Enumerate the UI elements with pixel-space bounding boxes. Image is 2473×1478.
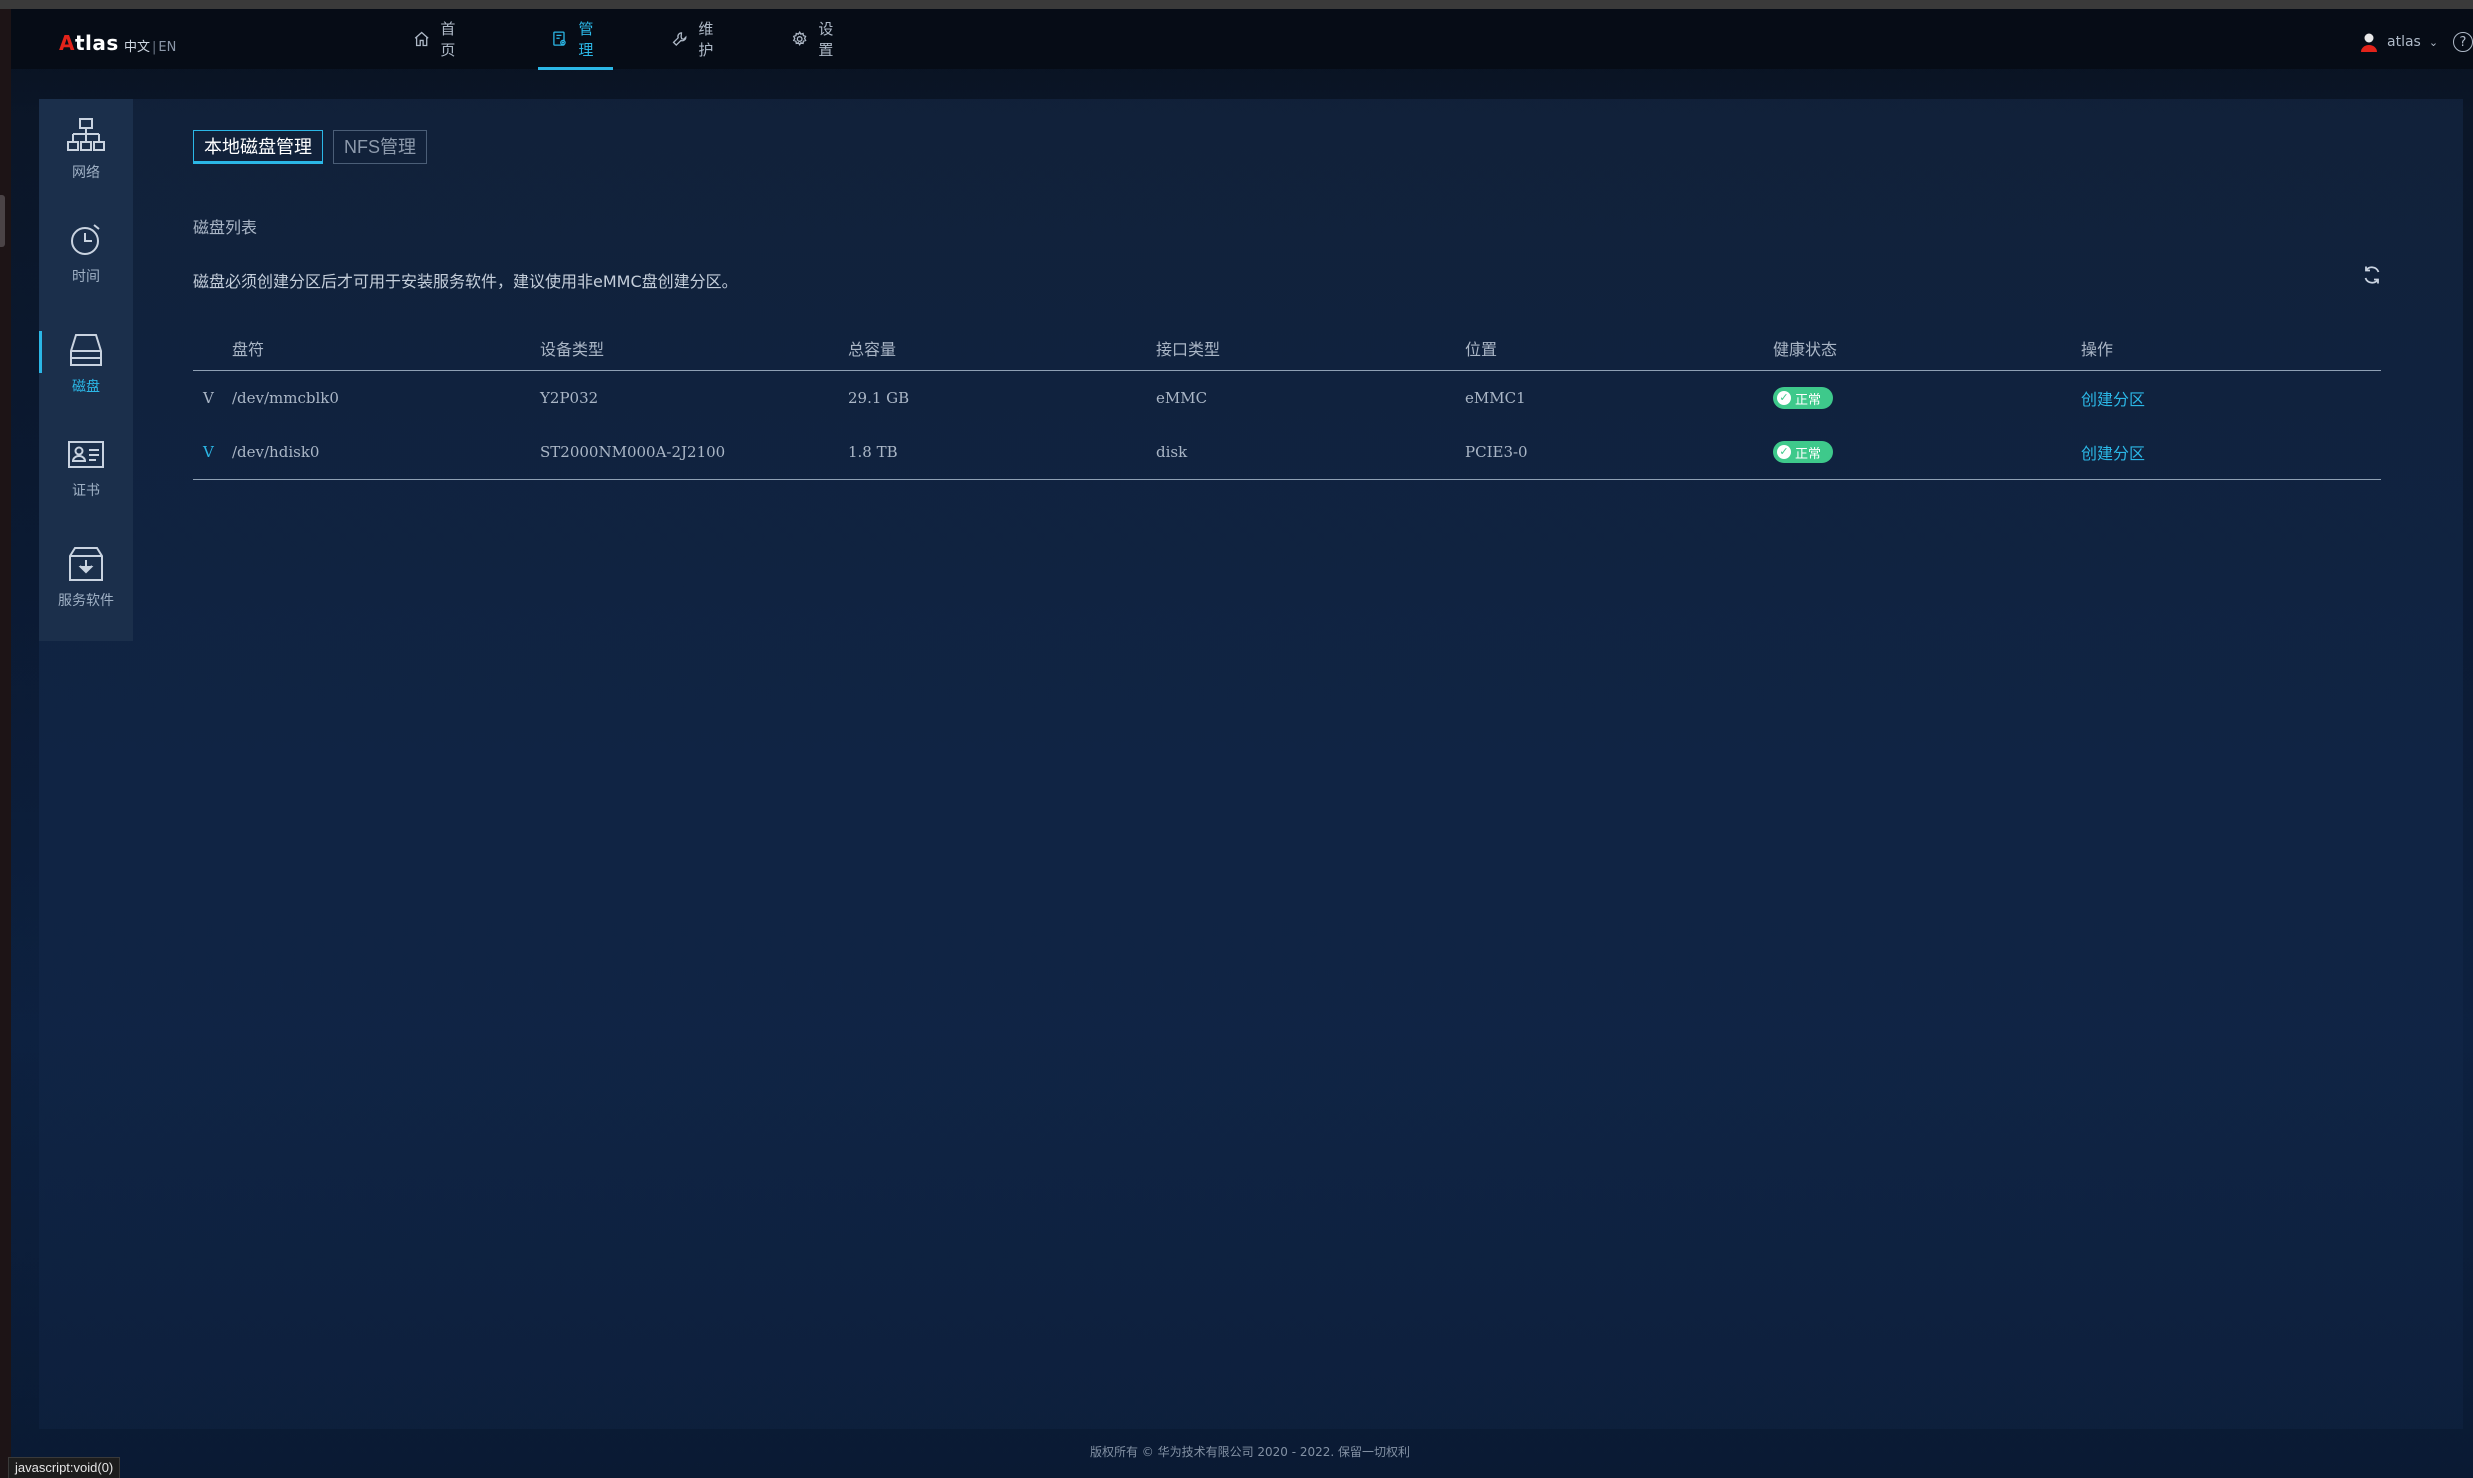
header-capacity: 总容量 [848,340,897,359]
header-interface: 接口类型 [1156,340,1221,359]
certificate-icon [68,441,104,468]
edge-tab [0,195,5,247]
manage-icon [553,31,566,46]
hint-text: 磁盘必须创建分区后才可用于安装服务软件，建议使用非eMMC盘创建分区。 [193,272,738,291]
main-panel [39,99,2463,1429]
atlas-logo[interactable]: Atlas [59,31,119,55]
cell-interface: disk [1156,443,1188,461]
tab-nfs[interactable]: NFS管理 [333,130,427,164]
user-avatar-icon [2361,33,2377,52]
status-badge: ✓ 正常 [1773,441,1834,463]
disk-icon [70,334,102,366]
window-left-edge [0,9,11,1478]
sidebar-item-time[interactable]: 时间 [39,203,133,303]
network-icon [67,118,105,151]
expand-toggle[interactable]: V [203,425,214,479]
cell-health: ✓ 正常 [1773,425,1834,479]
disk-table: 盘符 设备类型 总容量 接口类型 位置 健康状态 操作 V /dev/mmcbl… [193,326,2381,480]
top-header: Atlas 中文 | EN 首页 管理 维护 设置 atlas ⌄ ? [11,9,2473,70]
table-header: 盘符 设备类型 总容量 接口类型 位置 健康状态 操作 [193,326,2381,371]
cell-drive: /dev/hdisk0 [232,443,320,461]
cell-drive: /dev/mmcblk0 [232,389,339,407]
check-icon: ✓ [1777,445,1791,459]
copyright-footer: 版权所有 © 华为技术有限公司 2020 - 2022. 保留一切权利 [1089,1445,1411,1459]
create-partition-link[interactable]: 创建分区 [2081,440,2145,464]
cell-device-type: ST2000NM000A-2J2100 [540,443,726,461]
cell-capacity: 1.8 TB [848,443,898,461]
nav-manage[interactable]: 管理 [537,9,614,70]
nav-maintain[interactable]: 维护 [671,9,720,69]
header-device-type: 设备类型 [540,340,605,359]
wrench-icon [672,32,687,47]
section-title: 磁盘列表 [193,218,258,237]
refresh-icon[interactable] [2361,264,2383,286]
table-row: V /dev/hdisk0 ST2000NM000A-2J2100 1.8 TB… [193,425,2381,479]
status-badge: ✓ 正常 [1773,387,1834,409]
help-icon[interactable]: ? [2453,32,2473,52]
side-menu: 网络 时间 磁盘 证书 服务软件 [39,99,133,641]
sidebar-item-certificate[interactable]: 证书 [39,417,133,517]
gear-icon [792,30,807,46]
table-row: V /dev/mmcblk0 Y2P032 29.1 GB eMMC eMMC1… [193,371,2381,425]
home-icon [414,31,429,47]
user-menu[interactable]: atlas ⌄ [2359,31,2438,53]
sidebar-item-disk[interactable]: 磁盘 [39,313,133,413]
language-switch: 中文 | EN [124,36,176,55]
table-body: V /dev/mmcblk0 Y2P032 29.1 GB eMMC eMMC1… [193,371,2381,480]
disk-tabs: 本地磁盘管理 NFS管理 [193,130,427,164]
cell-device-type: Y2P032 [540,389,599,407]
nav-home[interactable]: 首页 [413,9,462,69]
cell-location: eMMC1 [1465,389,1526,407]
expand-toggle[interactable]: V [203,371,214,425]
lang-en[interactable]: EN [158,40,176,55]
user-name: atlas [2387,34,2421,50]
cell-health: ✓ 正常 [1773,371,1834,425]
check-icon: ✓ [1777,391,1791,405]
cell-interface: eMMC [1156,389,1208,407]
chevron-down-icon: ⌄ [2428,35,2439,49]
cell-location: PCIE3-0 [1465,443,1528,461]
lang-zh[interactable]: 中文 [124,40,150,55]
clock-icon [71,224,100,255]
header-action: 操作 [2081,340,2114,359]
create-partition-link[interactable]: 创建分区 [2081,386,2145,410]
browser-status-bar: javascript:void(0) [8,1457,121,1478]
download-box-icon [69,547,103,581]
nav-settings[interactable]: 设置 [791,9,840,69]
sidebar-item-service-software[interactable]: 服务软件 [39,527,133,627]
cell-capacity: 29.1 GB [848,389,910,407]
header-health: 健康状态 [1773,340,1838,359]
header-location: 位置 [1465,340,1498,359]
browser-top-strip [0,0,2473,9]
lang-separator: | [152,40,157,55]
sidebar-item-network[interactable]: 网络 [39,99,133,199]
header-drive: 盘符 [232,340,265,359]
tab-local-disk[interactable]: 本地磁盘管理 [193,130,323,164]
